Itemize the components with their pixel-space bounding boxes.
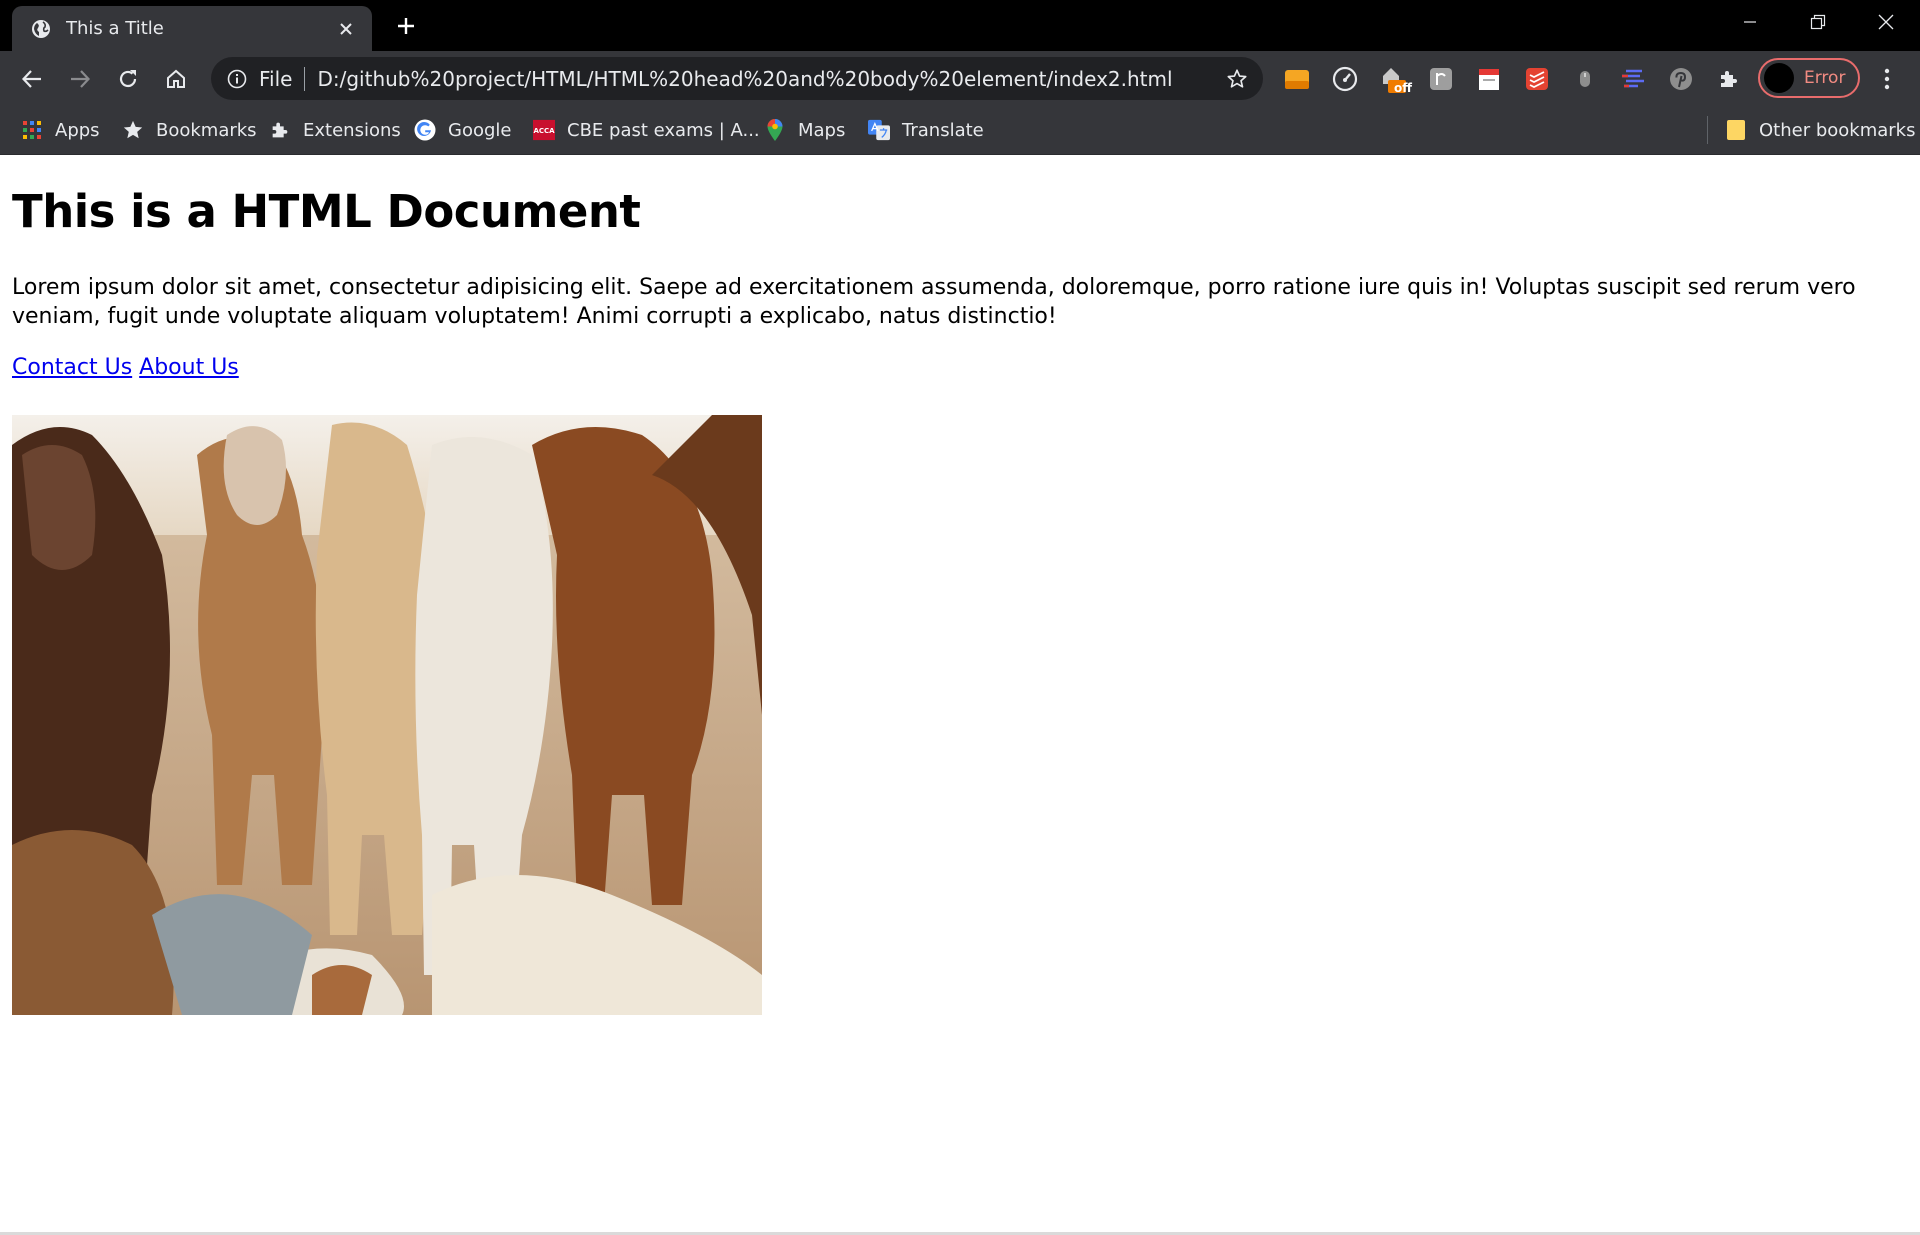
- google-icon: [414, 119, 436, 141]
- bookmark-bookmarks[interactable]: Bookmarks: [122, 114, 257, 146]
- about-us-link[interactable]: About Us: [139, 355, 239, 380]
- back-arrow-icon[interactable]: [13, 60, 51, 98]
- new-tab-plus-icon[interactable]: [391, 11, 421, 41]
- minimize-icon[interactable]: [1716, 0, 1784, 44]
- bookmarks-bar: Apps Bookmarks Extensions Google ACCA CB…: [0, 106, 1920, 155]
- extension-mouse-icon[interactable]: [1566, 60, 1604, 98]
- bookmark-translate[interactable]: Translate: [868, 114, 984, 146]
- url-text[interactable]: D:/github%20project/HTML/HTML%20head%20a…: [317, 67, 1223, 91]
- bookmark-cbe-past-exams[interactable]: ACCA CBE past exams | A...: [533, 114, 760, 146]
- page-content: This is a HTML Document Lorem ipsum dolo…: [0, 155, 1920, 1235]
- star-icon: [122, 119, 144, 141]
- bookmark-label: Apps: [55, 119, 100, 141]
- bookmark-label: Other bookmarks: [1759, 119, 1916, 141]
- apps-grid-icon: [21, 119, 43, 141]
- active-tab[interactable]: This a Title: [12, 6, 372, 51]
- tab-title: This a Title: [66, 18, 164, 39]
- acca-icon: ACCA: [533, 119, 555, 141]
- extension-gray-square-icon[interactable]: [1422, 60, 1460, 98]
- extension-home-off-icon[interactable]: off: [1374, 60, 1412, 98]
- bookmark-maps[interactable]: Maps: [764, 114, 845, 146]
- restore-icon[interactable]: [1784, 0, 1852, 44]
- extension-speedometer-icon[interactable]: [1326, 60, 1364, 98]
- maps-pin-icon: [764, 119, 786, 141]
- tab-strip: This a Title: [0, 0, 1920, 51]
- forward-arrow-icon[interactable]: [61, 60, 99, 98]
- profile-error-button[interactable]: Error: [1758, 58, 1860, 98]
- home-icon[interactable]: [157, 60, 195, 98]
- url-scheme-label: File: [259, 66, 293, 91]
- omnibox-divider: [304, 66, 306, 91]
- close-tab-icon[interactable]: [334, 17, 358, 41]
- browser-toolbar: File D:/github%20project/HTML/HTML%20hea…: [0, 51, 1920, 106]
- extensions-puzzle-icon[interactable]: [1710, 60, 1748, 98]
- puzzle-icon: [269, 119, 291, 141]
- bookmark-star-icon[interactable]: [1223, 65, 1251, 93]
- acca-icon-text: ACCA: [533, 126, 555, 135]
- kebab-menu-icon[interactable]: [1872, 60, 1902, 98]
- info-icon[interactable]: [225, 67, 249, 91]
- bookmark-label: Google: [448, 119, 512, 141]
- extension-off-badge: off: [1394, 81, 1412, 95]
- bookmark-google[interactable]: Google: [414, 114, 511, 146]
- bookmark-label: CBE past exams | A...: [567, 119, 760, 141]
- extension-todoist-icon[interactable]: [1518, 60, 1556, 98]
- bookmark-label: Translate: [902, 119, 984, 141]
- translate-icon: [868, 119, 890, 141]
- bookmark-label: Extensions: [303, 119, 401, 141]
- bookmark-extensions[interactable]: Extensions: [269, 114, 401, 146]
- camels-photo: [12, 415, 762, 1015]
- extension-pinterest-icon[interactable]: [1662, 60, 1700, 98]
- nav-links: Contact Us About Us: [12, 355, 239, 380]
- avatar: [1764, 63, 1794, 93]
- bookmark-apps[interactable]: Apps: [21, 114, 100, 146]
- extension-calendar-icon[interactable]: [1470, 60, 1508, 98]
- lorem-paragraph: Lorem ipsum dolor sit amet, consectetur …: [12, 275, 1856, 329]
- profile-error-label: Error: [1804, 68, 1846, 88]
- bookmark-other-bookmarks[interactable]: Other bookmarks: [1725, 114, 1915, 146]
- close-window-icon[interactable]: [1852, 0, 1920, 44]
- reload-icon[interactable]: [109, 60, 147, 98]
- page-title: This is a HTML Document: [12, 185, 641, 238]
- window-controls: [1716, 0, 1920, 44]
- extensions-row: off: [1278, 60, 1758, 98]
- bookmark-label: Maps: [798, 119, 846, 141]
- extension-lines-icon[interactable]: [1614, 60, 1652, 98]
- globe-icon: [30, 18, 52, 40]
- folder-icon: [1725, 119, 1747, 141]
- bookmarks-divider: [1707, 116, 1708, 144]
- bookmark-label: Bookmarks: [156, 119, 257, 141]
- contact-us-link[interactable]: Contact Us: [12, 355, 132, 380]
- address-bar[interactable]: File D:/github%20project/HTML/HTML%20hea…: [211, 57, 1263, 100]
- extension-orange-icon[interactable]: [1278, 60, 1316, 98]
